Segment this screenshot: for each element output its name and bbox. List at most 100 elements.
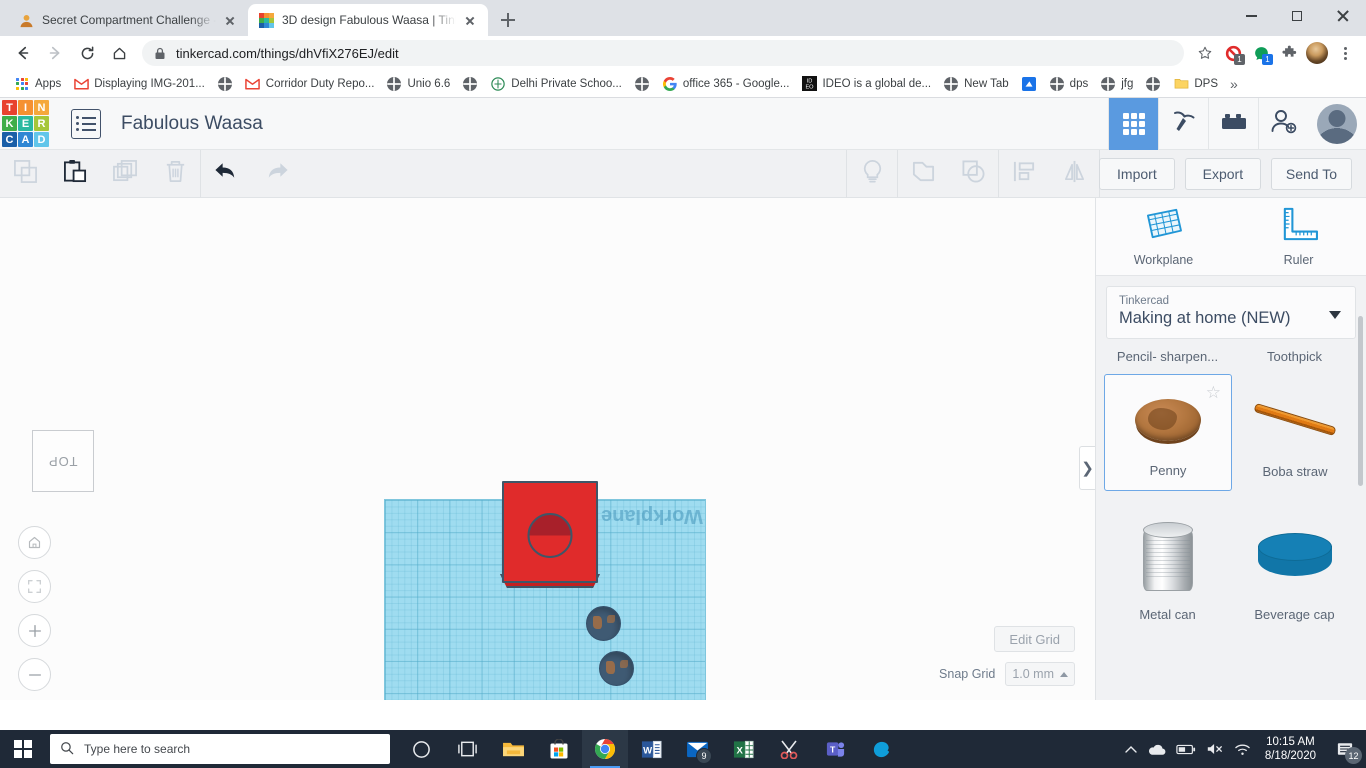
action-center-button[interactable]: 12 bbox=[1330, 730, 1362, 768]
maximize-button[interactable] bbox=[1274, 0, 1320, 32]
3d-canvas[interactable]: TOP Workplane Edit Grid Snap Grid 1.0 mm bbox=[0, 198, 1095, 700]
bookmark-blue-doc[interactable] bbox=[1015, 73, 1043, 95]
shape-item-penny[interactable]: ☆ Penny bbox=[1104, 374, 1232, 491]
bookmarks-overflow-button[interactable]: » bbox=[1226, 76, 1242, 92]
blocks-button[interactable] bbox=[1208, 98, 1258, 150]
penny-object-2[interactable] bbox=[599, 651, 634, 686]
minimize-button[interactable] bbox=[1228, 0, 1274, 32]
close-icon[interactable] bbox=[222, 12, 238, 28]
show-hidden-icons-button[interactable] bbox=[1125, 745, 1137, 754]
address-bar[interactable]: tinkercad.com/things/dhVfiX276EJ/edit bbox=[142, 40, 1184, 66]
bookmark-jfg[interactable]: jfg bbox=[1094, 73, 1139, 95]
user-avatar[interactable] bbox=[1308, 98, 1366, 150]
excel-icon[interactable]: X bbox=[720, 730, 766, 768]
shape-library-grid[interactable]: Pencil- sharpen... Toothpick ☆ Penny Bob… bbox=[1096, 347, 1366, 700]
shape-item-metal-can[interactable]: Metal can bbox=[1104, 509, 1231, 634]
undo-arrow-icon bbox=[213, 160, 240, 187]
group-button[interactable] bbox=[898, 150, 948, 198]
onedrive-icon[interactable] bbox=[1147, 743, 1166, 756]
bookmark-globe-2[interactable] bbox=[456, 73, 484, 95]
panel-collapse-button[interactable]: ❯ bbox=[1079, 446, 1095, 490]
library-select[interactable]: Tinkercad Making at home (NEW) bbox=[1106, 286, 1356, 339]
home-view-button[interactable] bbox=[18, 526, 51, 559]
undo-button[interactable] bbox=[201, 150, 251, 198]
microsoft-store-icon[interactable] bbox=[536, 730, 582, 768]
forward-arrow-icon[interactable] bbox=[40, 38, 70, 68]
mail-icon[interactable]: 9 bbox=[674, 730, 720, 768]
bookmark-corridor-duty[interactable]: Corridor Duty Repo... bbox=[239, 73, 381, 95]
search-input[interactable]: Type here to search bbox=[50, 734, 390, 764]
taskbar-clock[interactable]: 10:15 AM 8/18/2020 bbox=[1261, 735, 1320, 763]
volume-muted-icon[interactable] bbox=[1206, 742, 1224, 756]
shape-item-beverage-cap[interactable]: Beverage cap bbox=[1231, 509, 1358, 634]
penny-object-1[interactable] bbox=[586, 606, 621, 641]
bookmark-displaying-img[interactable]: Displaying IMG-201... bbox=[67, 73, 211, 95]
close-icon[interactable] bbox=[462, 12, 478, 28]
list-menu-icon[interactable] bbox=[71, 108, 101, 139]
minecraft-button[interactable] bbox=[1158, 98, 1208, 150]
redo-button[interactable] bbox=[251, 150, 301, 198]
windows-start-icon[interactable] bbox=[0, 730, 46, 768]
fit-view-button[interactable] bbox=[18, 570, 51, 603]
bookmark-unio[interactable]: Unio 6.6 bbox=[380, 73, 456, 95]
duplicate-button[interactable] bbox=[100, 150, 150, 198]
bookmark-new-tab[interactable]: New Tab bbox=[937, 73, 1015, 95]
paste-button[interactable] bbox=[50, 150, 100, 198]
invite-button[interactable] bbox=[1258, 98, 1308, 150]
delete-button[interactable] bbox=[150, 150, 200, 198]
export-button[interactable]: Export bbox=[1184, 158, 1261, 190]
word-icon[interactable]: W bbox=[628, 730, 674, 768]
bookmark-delhi-private-school[interactable]: Delhi Private Schoo... bbox=[484, 73, 628, 95]
adblock-extension-icon[interactable]: 1 bbox=[1220, 40, 1246, 66]
messenger-extension-icon[interactable]: 1 bbox=[1248, 40, 1274, 66]
file-explorer-icon[interactable] bbox=[490, 730, 536, 768]
bookmark-dps[interactable]: dps bbox=[1043, 73, 1095, 95]
bookmark-globe-4[interactable] bbox=[1139, 73, 1167, 95]
bookmark-office365[interactable]: office 365 - Google... bbox=[656, 73, 796, 95]
chrome-menu-icon[interactable] bbox=[1332, 40, 1358, 66]
task-view-icon[interactable] bbox=[444, 730, 490, 768]
shape-item-boba-straw[interactable]: Boba straw bbox=[1232, 374, 1358, 491]
star-icon[interactable] bbox=[1192, 40, 1218, 66]
bookmark-globe-1[interactable] bbox=[211, 73, 239, 95]
tinkercad-logo[interactable]: T I N K E R C A D bbox=[2, 100, 49, 147]
battery-icon[interactable] bbox=[1176, 744, 1196, 755]
snip-sketch-icon[interactable] bbox=[766, 730, 812, 768]
red-box-shape[interactable] bbox=[502, 481, 598, 583]
edit-grid-button[interactable]: Edit Grid bbox=[994, 626, 1075, 652]
wifi-icon[interactable] bbox=[1234, 742, 1251, 756]
close-window-button[interactable] bbox=[1320, 0, 1366, 32]
browser-tab-1[interactable]: Secret Compartment Challenge - bbox=[8, 4, 248, 36]
copy-button[interactable] bbox=[0, 150, 50, 198]
hide-button[interactable] bbox=[847, 150, 897, 198]
view-cube[interactable]: TOP bbox=[32, 430, 94, 492]
new-tab-button[interactable] bbox=[494, 6, 522, 34]
bookmark-apps[interactable]: Apps bbox=[8, 73, 67, 95]
bookmark-folder-dps[interactable]: DPS bbox=[1167, 73, 1224, 95]
workplane-tool[interactable]: Workplane bbox=[1096, 207, 1231, 267]
align-button[interactable] bbox=[999, 150, 1049, 198]
ungroup-button[interactable] bbox=[948, 150, 998, 198]
snap-grid-select[interactable]: 1.0 mm bbox=[1005, 662, 1075, 686]
mirror-button[interactable] bbox=[1049, 150, 1099, 198]
import-button[interactable]: Import bbox=[1098, 158, 1175, 190]
send-to-button[interactable]: Send To bbox=[1270, 158, 1352, 190]
zoom-out-button[interactable] bbox=[18, 658, 51, 691]
panel-scrollbar[interactable] bbox=[1358, 316, 1363, 486]
puzzle-extension-icon[interactable] bbox=[1276, 40, 1302, 66]
browser-tab-2[interactable]: 3D design Fabulous Waasa | Tink bbox=[248, 4, 488, 36]
star-outline-icon[interactable]: ☆ bbox=[1206, 383, 1221, 403]
bookmark-ideo[interactable]: ID EO IDEO is a global de... bbox=[795, 73, 937, 95]
reload-icon[interactable] bbox=[72, 38, 102, 68]
teams-icon[interactable]: T bbox=[812, 730, 858, 768]
bookmark-globe-3[interactable] bbox=[628, 73, 656, 95]
chrome-icon[interactable] bbox=[582, 730, 628, 768]
home-icon[interactable] bbox=[104, 38, 134, 68]
edge-icon[interactable] bbox=[858, 730, 904, 768]
gallery-grid-button[interactable] bbox=[1108, 98, 1158, 150]
zoom-in-button[interactable] bbox=[18, 614, 51, 647]
profile-avatar[interactable] bbox=[1304, 40, 1330, 66]
cortana-icon[interactable] bbox=[398, 730, 444, 768]
ruler-tool[interactable]: Ruler bbox=[1231, 207, 1366, 267]
back-arrow-icon[interactable] bbox=[8, 38, 38, 68]
